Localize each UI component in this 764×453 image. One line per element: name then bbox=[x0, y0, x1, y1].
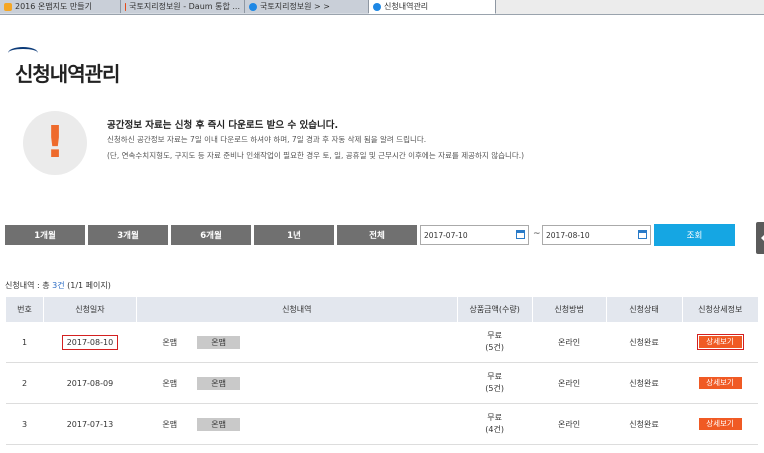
period-6-month-button[interactable]: 6개월 bbox=[171, 225, 251, 245]
col-header-detail: 신청상세정보 bbox=[681, 297, 758, 322]
browser-tab-active[interactable]: 신청내역관리 bbox=[369, 0, 496, 14]
product-tag: 온맵 bbox=[197, 335, 241, 349]
row-date-highlighted: 2017-08-10 bbox=[61, 334, 119, 350]
row-price-cell: 무료 (5건) bbox=[457, 322, 533, 363]
notice-line-2: (단, 연속수치지형도, 구지도 등 자료 준비나 인쇄작업이 필요한 경우 토… bbox=[107, 151, 525, 160]
calendar-icon[interactable] bbox=[516, 230, 525, 239]
row-status: 신청완료 bbox=[606, 362, 682, 404]
browser-tab[interactable]: 국토지리정보원 - Daum 통합 ... bbox=[121, 0, 245, 13]
detail-view-button[interactable]: 상세보기 bbox=[698, 336, 742, 348]
page-title: 신청내역관리 bbox=[15, 62, 120, 86]
row-detail-cell: 상세보기 bbox=[682, 362, 758, 404]
browser-tab[interactable]: 2016 온맵지도 만들기 bbox=[0, 0, 121, 13]
row-status: 신청완료 bbox=[606, 322, 682, 363]
table-row: 2 2017-08-09 온맵 온맵 무료 (5건) 온라인 신청완료 상세보기 bbox=[5, 362, 758, 404]
row-price: 무료 bbox=[487, 331, 503, 340]
summary-count: 3건 bbox=[52, 281, 65, 290]
row-date-cell: 2017-08-10 bbox=[43, 322, 137, 363]
row-number: 2 bbox=[5, 362, 44, 404]
detail-view-button[interactable]: 상세보기 bbox=[698, 418, 742, 430]
row-method: 온라인 bbox=[532, 322, 607, 363]
row-status: 신청완료 bbox=[606, 403, 682, 445]
table-row: 3 2017-07-13 온맵 온맵 무료 (4건) 온라인 신청완료 상세보기 bbox=[5, 403, 758, 445]
col-header-price: 상품금액(수량) bbox=[456, 297, 533, 322]
row-quantity: (4건) bbox=[485, 425, 504, 434]
calendar-icon[interactable] bbox=[638, 230, 647, 239]
row-quantity: (5건) bbox=[485, 343, 504, 352]
row-number: 1 bbox=[5, 322, 44, 363]
summary-prefix: 신청내역 : 총 bbox=[5, 281, 53, 290]
row-detail-cell: 상세보기 bbox=[682, 322, 758, 363]
summary-suffix: (1/1 페이지) bbox=[64, 281, 111, 290]
period-1-year-button[interactable]: 1년 bbox=[254, 225, 334, 245]
start-date-field[interactable]: 2017-07-10 bbox=[420, 225, 529, 245]
page-favicon-icon bbox=[249, 2, 257, 11]
row-method: 온라인 bbox=[532, 403, 607, 445]
search-button[interactable]: 조회 bbox=[654, 224, 735, 246]
browser-tab-label: 2016 온맵지도 만들기 bbox=[15, 2, 92, 11]
page-favicon-icon bbox=[125, 2, 127, 11]
browser-tab-label: 신청내역관리 bbox=[384, 2, 429, 11]
row-item-cell: 온맵 온맵 bbox=[136, 362, 458, 404]
col-header-date: 신청일자 bbox=[42, 297, 137, 322]
date-separator: ~ bbox=[533, 229, 541, 239]
exclamation-mark: ! bbox=[44, 117, 66, 168]
row-item: 온맵 bbox=[162, 337, 178, 347]
application-history-table: 번호 신청일자 신청내역 상품금액(수량) 신청방법 신청상태 신청상세정보 1… bbox=[5, 297, 758, 445]
row-price: 무료 bbox=[487, 413, 503, 422]
exclamation-icon: ! bbox=[23, 111, 87, 175]
notice-line-1: 신청하신 공간정보 자료는 7일 이내 다운로드 하셔야 하며, 7일 경과 후… bbox=[107, 135, 427, 144]
row-method: 온라인 bbox=[532, 362, 607, 404]
row-number: 3 bbox=[5, 403, 44, 445]
start-date-value: 2017-07-10 bbox=[424, 230, 468, 240]
end-date-field[interactable]: 2017-08-10 bbox=[542, 225, 651, 245]
table-row: 1 2017-08-10 온맵 온맵 무료 (5건) 온라인 신청완료 상세보기 bbox=[5, 322, 758, 363]
table-header-row: 번호 신청일자 신청내역 상품금액(수량) 신청방법 신청상태 신청상세정보 bbox=[5, 297, 758, 322]
row-price-cell: 무료 (4건) bbox=[457, 403, 533, 445]
row-date: 2017-07-13 bbox=[43, 403, 137, 445]
period-3-month-button[interactable]: 3개월 bbox=[88, 225, 168, 245]
row-detail-cell: 상세보기 bbox=[682, 403, 758, 445]
row-quantity: (5건) bbox=[485, 384, 504, 393]
browser-tab-label: 국토지리정보원 > > bbox=[260, 2, 331, 11]
col-header-status: 신청상태 bbox=[605, 297, 682, 322]
browser-tab-bar: 2016 온맵지도 만들기 국토지리정보원 - Daum 통합 ... 국토지리… bbox=[0, 0, 764, 15]
row-item: 온맵 bbox=[162, 419, 178, 429]
notice-headline: 공간정보 자료는 신청 후 즉시 다운로드 받으 수 있습니다. bbox=[107, 120, 339, 131]
end-date-value: 2017-08-10 bbox=[546, 230, 590, 240]
period-all-button[interactable]: 전체 bbox=[337, 225, 417, 245]
col-header-number: 번호 bbox=[5, 297, 44, 322]
row-item: 온맵 bbox=[162, 378, 178, 388]
col-header-item: 신청내역 bbox=[135, 297, 458, 322]
row-price-cell: 무료 (5건) bbox=[457, 362, 533, 404]
browser-tab-label: 국토지리정보원 - Daum 통합 ... bbox=[129, 2, 240, 11]
browser-tab[interactable]: 국토지리정보원 > > bbox=[245, 0, 369, 13]
detail-view-button[interactable]: 상세보기 bbox=[698, 377, 742, 389]
result-summary: 신청내역 : 총 3건 (1/1 페이지) bbox=[5, 280, 111, 291]
product-tag: 온맵 bbox=[197, 417, 241, 431]
row-date: 2017-08-09 bbox=[43, 362, 137, 404]
side-panel-toggle-icon[interactable] bbox=[756, 222, 764, 254]
product-tag: 온맵 bbox=[197, 376, 241, 390]
page-favicon-icon bbox=[4, 2, 12, 11]
period-1-month-button[interactable]: 1개월 bbox=[5, 225, 85, 245]
col-header-method: 신청방법 bbox=[531, 297, 607, 322]
row-price: 무료 bbox=[487, 372, 503, 381]
row-item-cell: 온맵 온맵 bbox=[136, 322, 458, 363]
row-item-cell: 온맵 온맵 bbox=[136, 403, 458, 445]
highlight-box: 상세보기 bbox=[696, 334, 744, 350]
browser-tab-bar-empty bbox=[496, 0, 764, 14]
page-favicon-icon bbox=[373, 2, 381, 11]
